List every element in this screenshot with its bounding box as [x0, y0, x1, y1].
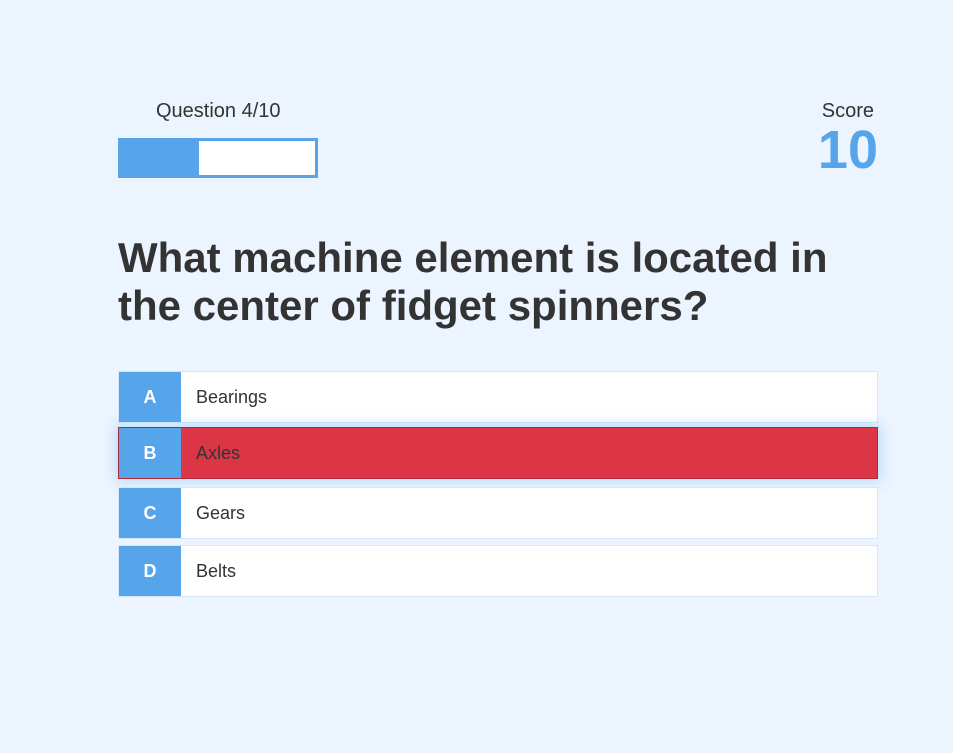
choice-text: Gears — [196, 502, 246, 523]
choice-prefix: B — [119, 428, 181, 478]
choice-container-a[interactable]: A Bearings — [118, 371, 878, 423]
question-text: What machine element is located in the c… — [118, 234, 828, 329]
hud: Question 4/10 Score 10 — [118, 96, 878, 180]
score-value: 10 — [817, 120, 878, 180]
choice-container-c[interactable]: C Gears — [118, 487, 878, 539]
choice-text: Belts — [196, 560, 237, 581]
progress-bar — [118, 138, 318, 178]
choice-text: Axles — [196, 442, 241, 463]
choice-prefix: A — [119, 372, 181, 422]
game-container: Question 4/10 Score 10 What machine elem… — [118, 96, 878, 597]
choice-container-d[interactable]: D Belts — [118, 545, 878, 597]
choice-list: A Bearings B Axles C Gears D Belts — [118, 371, 878, 603]
choice-prefix: C — [119, 488, 181, 538]
choice-text: Bearings — [196, 386, 268, 407]
question-counter: Question 4/10 — [156, 100, 281, 122]
hud-score: Score 10 — [818, 96, 878, 177]
progress-bar-fill — [121, 141, 199, 175]
choice-container-b[interactable]: B Axles — [118, 427, 878, 479]
choice-prefix: D — [119, 546, 181, 596]
